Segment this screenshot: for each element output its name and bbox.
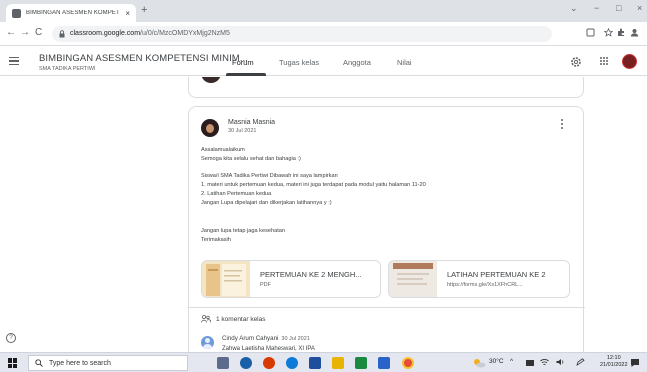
author-avatar [201, 119, 219, 137]
attachment-type: PDF [260, 282, 271, 288]
post-author: Masnia Masnia [228, 119, 276, 126]
network-icon[interactable] [540, 358, 549, 366]
tray-overflow-icon[interactable]: ^ [510, 358, 513, 365]
post-line: Siswa/i SMA Tadika Pertiwi Dibawah ini s… [201, 173, 338, 179]
classroom-header: BIMBINGAN ASESMEN KOMPETENSI MINIM... SM… [0, 47, 647, 76]
tray-clock[interactable]: 12:10 21/01/2022 [600, 355, 628, 369]
tab-close-icon[interactable]: × [125, 9, 130, 18]
office-icon[interactable] [263, 357, 275, 369]
task-view-icon[interactable] [217, 357, 229, 369]
attachment-pdf[interactable]: PERTEMUAN KE 2 MENGH... PDF [201, 260, 381, 298]
post-line: Jangan lupa tetap jaga kesehatan [201, 228, 285, 234]
address-toolbar: ← → C classroom.google.com/u/0/c/MzcOMDY… [0, 22, 647, 46]
edge-icon[interactable] [286, 357, 298, 369]
more-options-icon[interactable] [561, 119, 564, 131]
post-line: 1. materi untuk pertemuan kedua, materi … [201, 182, 426, 188]
url-host: classroom.google.com [70, 30, 141, 37]
extensions-icon[interactable] [617, 28, 626, 37]
class-title[interactable]: BIMBINGAN ASESMEN KOMPETENSI MINIM... [39, 53, 248, 64]
taskbar-search-input[interactable]: Type here to search [28, 355, 188, 371]
comment-header: Cindy Arum Cahyani 30 Jul 2021 [222, 335, 310, 342]
volume-icon[interactable] [556, 358, 565, 366]
battery-icon[interactable] [526, 360, 534, 366]
url-text: classroom.google.com/u/0/c/MzcOMDYxMjg2N… [70, 30, 230, 37]
post-line: Semoga kita selalu sehat dan bahagia :) [201, 156, 301, 162]
attachment-title: PERTEMUAN KE 2 MENGH... [260, 270, 362, 279]
attachment-form[interactable]: LATIHAN PERTEMUAN KE 2 https://forms.gle… [388, 260, 570, 298]
weather-icon[interactable] [472, 358, 486, 368]
forward-button[interactable]: → [20, 27, 30, 38]
clock-date: 21/01/2022 [600, 362, 628, 368]
lock-icon [59, 30, 65, 38]
commenter-avatar [201, 336, 214, 349]
user-avatar [201, 77, 221, 83]
window-close-button[interactable]: × [637, 3, 642, 13]
attachment-url: https://forms.gle/Xs1XFhCRL... [447, 282, 523, 288]
search-icon [35, 359, 43, 367]
main-menu-icon[interactable] [9, 57, 19, 65]
comment-author: Cindy Arum Cahyani [222, 335, 279, 342]
edge-browser-icon[interactable] [240, 357, 252, 369]
classroom-favicon-icon [12, 8, 21, 18]
account-avatar[interactable] [622, 54, 637, 69]
clock-time: 12:10 [606, 355, 621, 361]
windows-start-icon[interactable] [8, 358, 18, 368]
new-tab-button[interactable]: + [141, 4, 147, 16]
comment-date: 30 Jul 2021 [281, 336, 310, 342]
store-icon[interactable] [378, 357, 390, 369]
search-placeholder: Type here to search [49, 360, 111, 367]
tab-tugas-kelas[interactable]: Tugas kelas [279, 58, 319, 67]
reload-button[interactable]: C [35, 27, 42, 38]
profile-icon[interactable] [630, 28, 639, 37]
chrome-icon[interactable] [402, 357, 414, 369]
minimize-button[interactable]: − [594, 3, 599, 13]
comments-divider [189, 307, 585, 308]
announce-card-partial[interactable] [188, 77, 584, 98]
post-line: Terimakasih [201, 237, 231, 243]
class-stream: Masnia Masnia 30 Jul 2021 Assalamualaiku… [0, 77, 647, 352]
browser-tab[interactable]: BIMBINGAN ASESMEN KOMPETI × [6, 4, 136, 22]
post-date: 30 Jul 2021 [228, 128, 257, 134]
class-subtitle: SMA TADIKA PERTIWI [39, 66, 96, 72]
browser-tab-title: BIMBINGAN ASESMEN KOMPETI [26, 10, 121, 16]
post-line: Jangan Lupa dipelajari dan dikerjakan la… [201, 200, 332, 206]
file-explorer-icon[interactable] [332, 357, 344, 369]
help-icon[interactable]: ? [6, 333, 16, 343]
maximize-button[interactable]: □ [616, 3, 621, 13]
back-button[interactable]: ← [6, 27, 16, 38]
apps-grid-icon[interactable] [599, 56, 609, 66]
people-icon [201, 315, 211, 323]
form-thumbnail [389, 261, 437, 297]
share-icon[interactable] [586, 28, 595, 37]
post-line: Assalamualaikum [201, 147, 245, 153]
pdf-thumbnail [202, 261, 250, 297]
browser-tab-strip: BIMBINGAN ASESMEN KOMPETI × + ⌄ − □ × [0, 0, 647, 22]
active-tab-indicator [226, 73, 266, 76]
excel-icon[interactable] [355, 357, 367, 369]
windows-taskbar: Type here to search 30°C ^ 12:10 21/01/20… [0, 352, 647, 372]
pen-icon[interactable] [576, 358, 585, 366]
notification-icon[interactable] [630, 358, 640, 368]
tab-anggota[interactable]: Anggota [343, 58, 371, 67]
bookmark-star-icon[interactable] [604, 28, 613, 37]
class-comments-link[interactable]: 1 komentar kelas [216, 316, 266, 323]
post-line: 2. Latihan Pertemuan kedua [201, 191, 272, 197]
announcement-post-card: Masnia Masnia 30 Jul 2021 Assalamualaiku… [188, 106, 585, 352]
class-settings-gear-icon[interactable] [570, 56, 582, 68]
attachment-title: LATIHAN PERTEMUAN KE 2 [447, 270, 546, 279]
url-path: /u/0/c/MzcOMDYxMjg2NzM5 [140, 30, 230, 37]
tab-search-chevron-icon[interactable]: ⌄ [570, 3, 578, 14]
tab-nilai[interactable]: Nilai [397, 58, 412, 67]
tab-forum[interactable]: Forum [232, 58, 254, 67]
word-icon[interactable] [309, 357, 321, 369]
weather-temp[interactable]: 30°C [489, 358, 504, 365]
url-bar[interactable]: classroom.google.com/u/0/c/MzcOMDYxMjg2N… [52, 26, 552, 42]
